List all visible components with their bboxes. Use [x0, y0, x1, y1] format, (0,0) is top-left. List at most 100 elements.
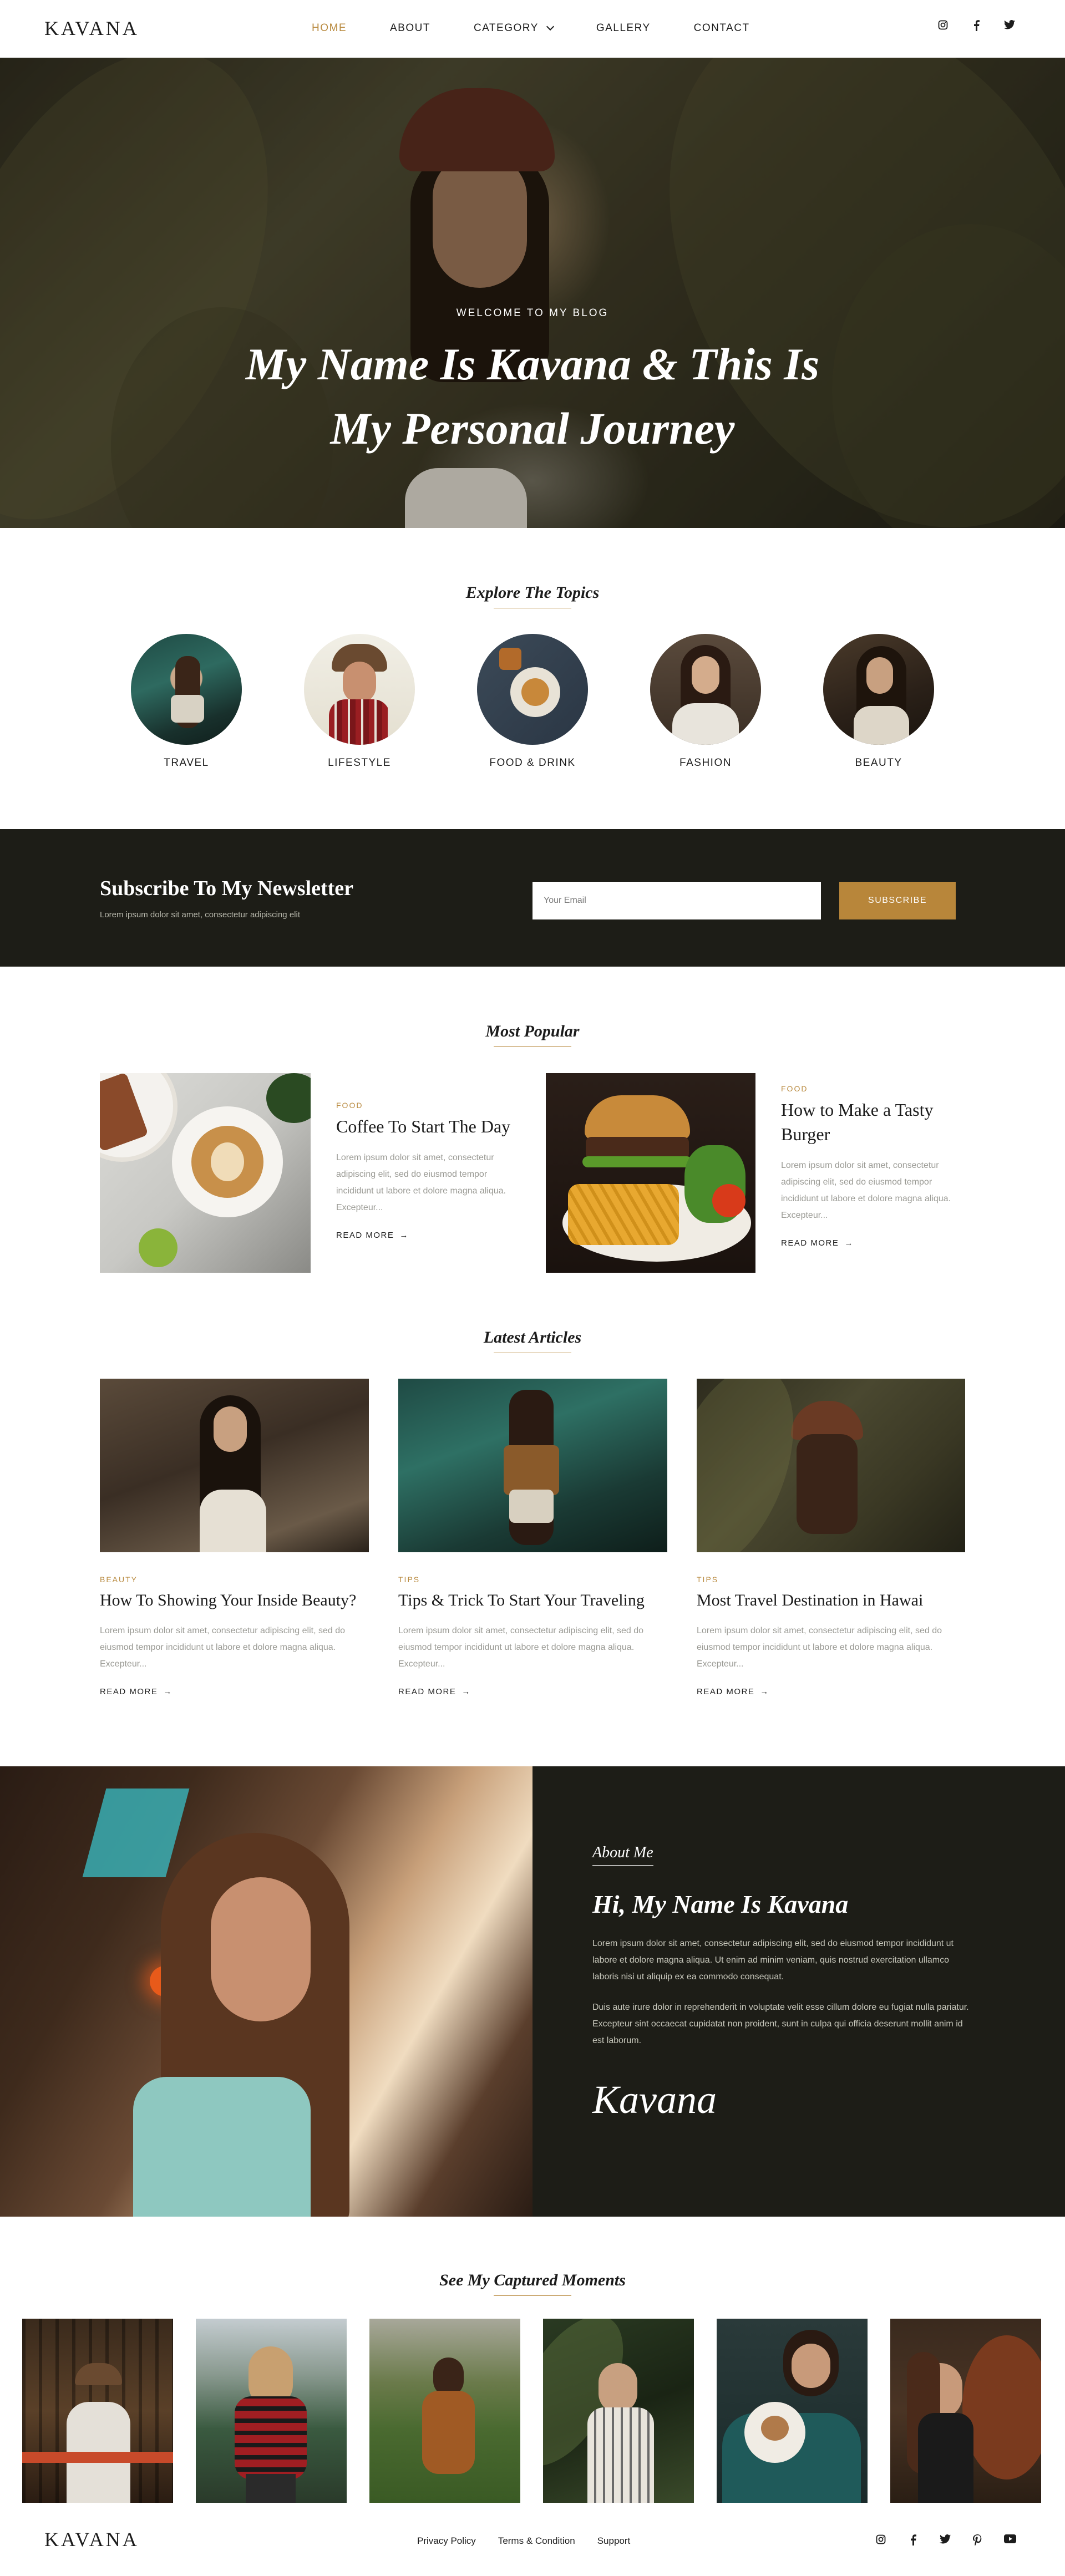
instagram-icon[interactable]	[875, 2534, 886, 2548]
post-excerpt: Lorem ipsum dolor sit amet, consectetur …	[781, 1161, 951, 1220]
about-paragraph-2: Duis aute irure dolor in reprehenderit i…	[592, 2003, 969, 2045]
gallery-photo-4[interactable]	[543, 2319, 694, 2503]
post-image-coffee[interactable]	[100, 1073, 311, 1273]
post-title[interactable]: How to Make a Tasty Burger	[781, 1098, 964, 1146]
post-title[interactable]: Tips & Trick To Start Your Traveling	[398, 1588, 667, 1613]
gallery-heading: See My Captured Moments	[0, 2271, 1065, 2296]
footer-social	[875, 2534, 1016, 2548]
facebook-icon[interactable]	[971, 20, 982, 34]
hero-title-line2: My Personal Journey	[330, 403, 735, 454]
read-more-link[interactable]: READ MORE →	[398, 1687, 667, 1696]
post-category[interactable]: TIPS	[398, 1575, 667, 1584]
post-title[interactable]: Coffee To Start The Day	[336, 1114, 519, 1139]
nav-contact[interactable]: CONTACT	[694, 22, 750, 34]
latest-post-3: TIPS Most Travel Destination in Hawai Lo…	[697, 1575, 965, 1696]
youtube-icon[interactable]	[1004, 2534, 1016, 2548]
hero-kicker: WELCOME TO MY BLOG	[456, 307, 609, 319]
about-kicker-text: About Me	[592, 1844, 653, 1861]
post-category[interactable]: FOOD	[336, 1101, 519, 1110]
about-kicker: About Me	[592, 1844, 653, 1866]
gallery-photo-3[interactable]	[369, 2319, 520, 2503]
post-category[interactable]: BEAUTY	[100, 1575, 369, 1584]
latest-post-1: BEAUTY How To Showing Your Inside Beauty…	[100, 1575, 369, 1696]
topics-heading: Explore The Topics	[0, 583, 1065, 608]
main-nav: HOME ABOUT CATEGORY GALLERY CONTACT	[312, 22, 793, 34]
topic-lifestyle[interactable]: LIFESTYLE	[304, 634, 415, 769]
topic-label: TRAVEL	[164, 757, 209, 769]
nav-gallery[interactable]: GALLERY	[596, 22, 651, 34]
about-title: Hi, My Name Is Kavana	[592, 1890, 849, 1918]
nav-about[interactable]: ABOUT	[390, 22, 430, 34]
chevron-down-icon	[546, 22, 554, 31]
post-excerpt: Lorem ipsum dolor sit amet, consectetur …	[100, 1626, 345, 1669]
latest-post-2: TIPS Tips & Trick To Start Your Travelin…	[398, 1575, 667, 1696]
arrow-right-icon: →	[462, 1687, 471, 1696]
topic-fashion[interactable]: FASHION	[650, 634, 761, 769]
hero-title-line1: My Name Is Kavana & This Is	[245, 339, 820, 389]
heading-underline	[494, 2295, 571, 2296]
pinterest-icon[interactable]	[972, 2534, 983, 2548]
twitter-icon[interactable]	[940, 2534, 951, 2548]
footer-links: Privacy Policy Terms & Condition Support	[417, 2536, 630, 2547]
gallery-photo-1[interactable]	[22, 2319, 173, 2503]
gallery-heading-text: See My Captured Moments	[439, 2271, 626, 2289]
footer-logo[interactable]: KAVANA	[44, 2528, 139, 2551]
read-more-label: READ MORE	[336, 1231, 394, 1240]
site-header: KAVANA HOME ABOUT CATEGORY GALLERY CONTA…	[0, 0, 1065, 58]
post-image-burger[interactable]	[546, 1073, 755, 1273]
facebook-icon[interactable]	[907, 2534, 919, 2548]
post-title[interactable]: How To Showing Your Inside Beauty?	[100, 1588, 369, 1613]
newsletter-section: Subscribe To My Newsletter Lorem ipsum d…	[0, 829, 1065, 967]
arrow-right-icon: →	[760, 1687, 769, 1696]
read-more-label: READ MORE	[398, 1687, 457, 1696]
gallery-photo-2[interactable]	[196, 2319, 347, 2503]
arrow-right-icon: →	[844, 1238, 854, 1248]
twitter-icon[interactable]	[1004, 20, 1015, 34]
nav-home[interactable]: HOME	[312, 22, 347, 34]
topic-food-image	[477, 634, 588, 745]
post-excerpt: Lorem ipsum dolor sit amet, consectetur …	[398, 1626, 643, 1669]
latest-heading: Latest Articles	[0, 1328, 1065, 1353]
read-more-link[interactable]: READ MORE →	[100, 1687, 369, 1696]
read-more-label: READ MORE	[100, 1687, 158, 1696]
header-social	[937, 20, 1015, 34]
topic-label: BEAUTY	[855, 757, 902, 769]
topic-travel-image	[131, 634, 242, 745]
gallery-photo-5[interactable]	[717, 2319, 868, 2503]
arrow-right-icon: →	[399, 1231, 409, 1240]
nav-category-label: CATEGORY	[473, 22, 539, 34]
post-category[interactable]: FOOD	[781, 1084, 964, 1093]
instagram-icon[interactable]	[937, 20, 949, 34]
latest-heading-text: Latest Articles	[483, 1328, 582, 1347]
post-excerpt: Lorem ipsum dolor sit amet, consectetur …	[336, 1153, 506, 1212]
popular-heading: Most Popular	[0, 1022, 1065, 1047]
gallery-photo-6[interactable]	[890, 2319, 1041, 2503]
subscribe-button[interactable]: SUBSCRIBE	[839, 882, 956, 919]
article-image-travel[interactable]	[398, 1379, 667, 1552]
about-paragraph-1: Lorem ipsum dolor sit amet, consectetur …	[592, 1939, 954, 1981]
footer-link-terms[interactable]: Terms & Condition	[498, 2536, 575, 2547]
heading-underline	[494, 1046, 571, 1047]
footer-link-support[interactable]: Support	[597, 2536, 631, 2547]
topic-travel[interactable]: TRAVEL	[131, 634, 242, 769]
topic-beauty[interactable]: BEAUTY	[823, 634, 934, 769]
post-category[interactable]: TIPS	[697, 1575, 965, 1584]
read-more-link[interactable]: READ MORE →	[336, 1231, 519, 1240]
site-logo[interactable]: KAVANA	[44, 17, 139, 40]
read-more-link[interactable]: READ MORE →	[781, 1238, 964, 1248]
topic-label: LIFESTYLE	[328, 757, 391, 769]
topics-heading-text: Explore The Topics	[465, 583, 600, 602]
newsletter-title: Subscribe To My Newsletter	[100, 877, 354, 900]
article-image-hawai[interactable]	[697, 1379, 965, 1552]
article-image-beauty[interactable]	[100, 1379, 369, 1552]
post-excerpt: Lorem ipsum dolor sit amet, consectetur …	[697, 1626, 942, 1669]
topic-fashion-image	[650, 634, 761, 745]
nav-category[interactable]: CATEGORY	[473, 22, 554, 34]
read-more-label: READ MORE	[697, 1687, 755, 1696]
read-more-link[interactable]: READ MORE →	[697, 1687, 965, 1696]
newsletter-email-input[interactable]	[532, 882, 821, 919]
heading-underline	[592, 1865, 653, 1866]
topic-food-drink[interactable]: FOOD & DRINK	[477, 634, 588, 769]
footer-link-privacy[interactable]: Privacy Policy	[417, 2536, 476, 2547]
post-title[interactable]: Most Travel Destination in Hawai	[697, 1588, 965, 1613]
